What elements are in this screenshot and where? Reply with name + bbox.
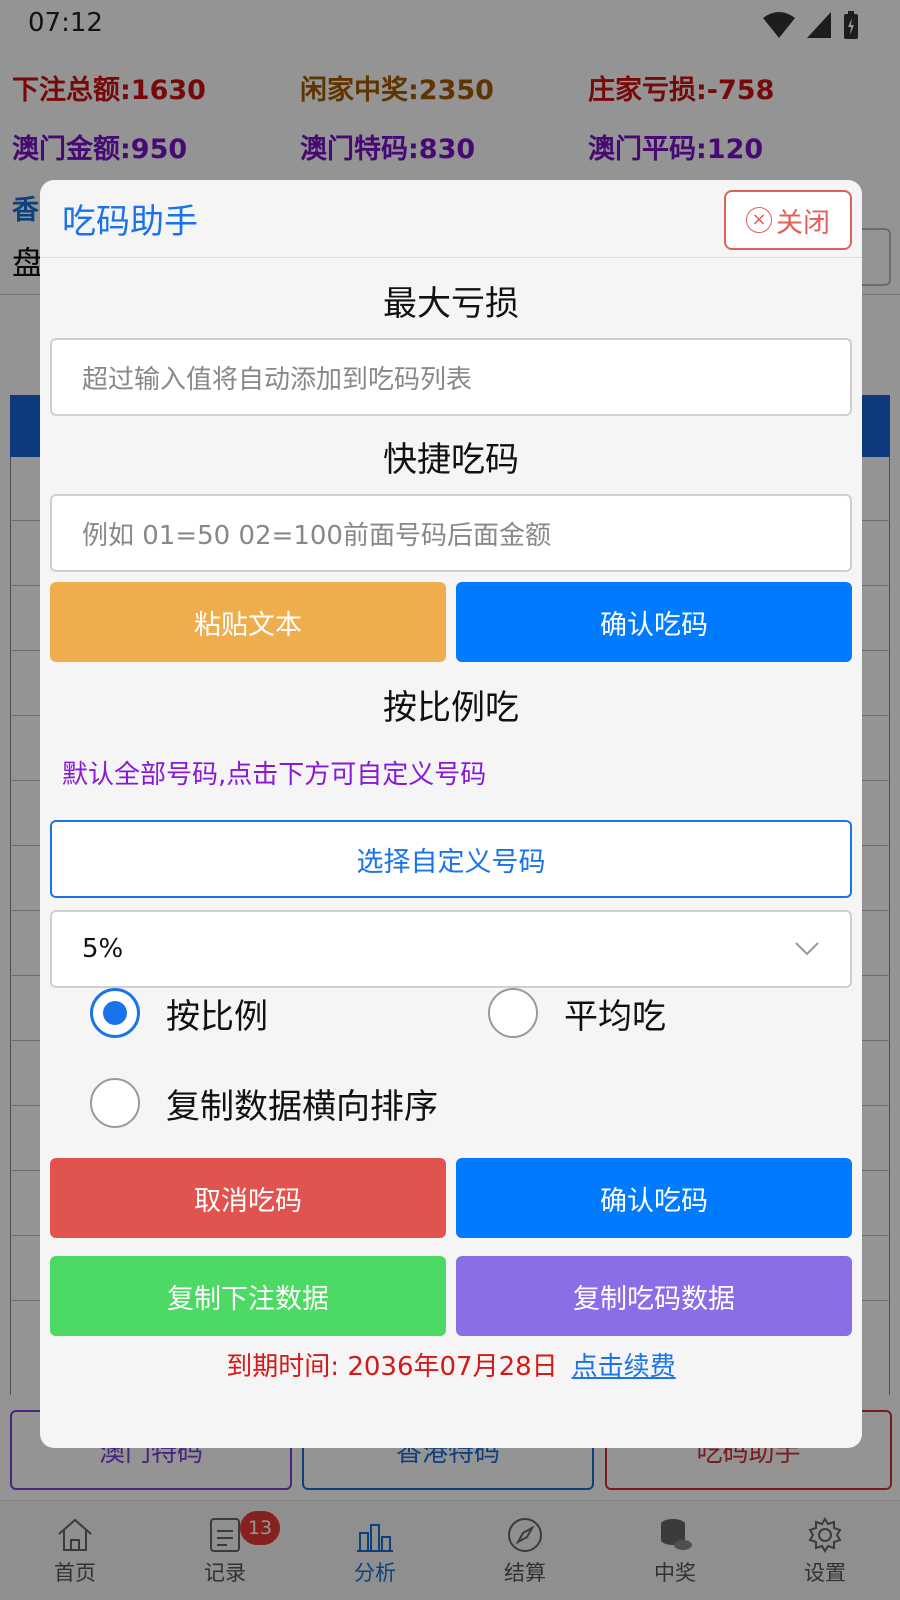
max-loss-title: 最大亏损 <box>383 284 519 324</box>
chevron-down-icon <box>795 942 819 956</box>
percent-selected-value: 5% <box>82 934 124 964</box>
radio-average[interactable]: 平均吃 <box>488 988 666 1038</box>
radio-horizontal-sort[interactable]: 复制数据横向排序 <box>90 1078 438 1128</box>
quick-eat-title: 快捷吃码 <box>383 440 519 480</box>
radio-checked-icon <box>90 988 140 1038</box>
radio-unchecked-icon <box>488 988 538 1038</box>
copy-eat-data-button[interactable]: 复制吃码数据 <box>456 1256 852 1336</box>
dialog-title: 吃码助手 <box>62 202 198 242</box>
radio-average-label: 平均吃 <box>564 996 666 1037</box>
radio-by-ratio-label: 按比例 <box>166 996 268 1037</box>
dialog-header: 吃码助手 × 关闭 <box>40 180 862 258</box>
close-button[interactable]: × 关闭 <box>724 190 852 250</box>
copy-bet-data-button[interactable]: 复制下注数据 <box>50 1256 446 1336</box>
percent-select[interactable]: 5% <box>50 910 852 988</box>
ratio-eat-title: 按比例吃 <box>383 688 519 728</box>
status-bar-dim <box>0 0 900 48</box>
renew-link[interactable]: 点击续费 <box>572 1352 676 1382</box>
select-custom-numbers-button[interactable]: 选择自定义号码 <box>50 820 852 898</box>
max-loss-placeholder: 超过输入值将自动添加到吃码列表 <box>82 364 473 395</box>
max-loss-input[interactable]: 超过输入值将自动添加到吃码列表 <box>50 338 852 416</box>
expiry-date: 到期时间: 2036年07月28日 <box>226 1352 558 1382</box>
paste-text-button[interactable]: 粘贴文本 <box>50 582 446 662</box>
expiry-info: 到期时间: 2036年07月28日 点击续费 <box>40 1346 862 1383</box>
close-icon: × <box>746 207 772 233</box>
eat-assistant-dialog: 吃码助手 × 关闭 最大亏损 超过输入值将自动添加到吃码列表 快捷吃码 例如 0… <box>40 180 862 1448</box>
quick-eat-input[interactable]: 例如 01=50 02=100前面号码后面金额 <box>50 494 852 572</box>
cancel-eat-button[interactable]: 取消吃码 <box>50 1158 446 1238</box>
radio-horizontal-label: 复制数据横向排序 <box>166 1086 438 1127</box>
radio-unchecked-icon <box>90 1078 140 1128</box>
ratio-hint: 默认全部号码,点击下方可自定义号码 <box>62 760 487 790</box>
radio-by-ratio[interactable]: 按比例 <box>90 988 268 1038</box>
close-label: 关闭 <box>776 207 830 239</box>
quick-eat-placeholder: 例如 01=50 02=100前面号码后面金额 <box>82 520 551 551</box>
confirm-eat-button[interactable]: 确认吃码 <box>456 1158 852 1238</box>
confirm-quick-eat-button[interactable]: 确认吃码 <box>456 582 852 662</box>
